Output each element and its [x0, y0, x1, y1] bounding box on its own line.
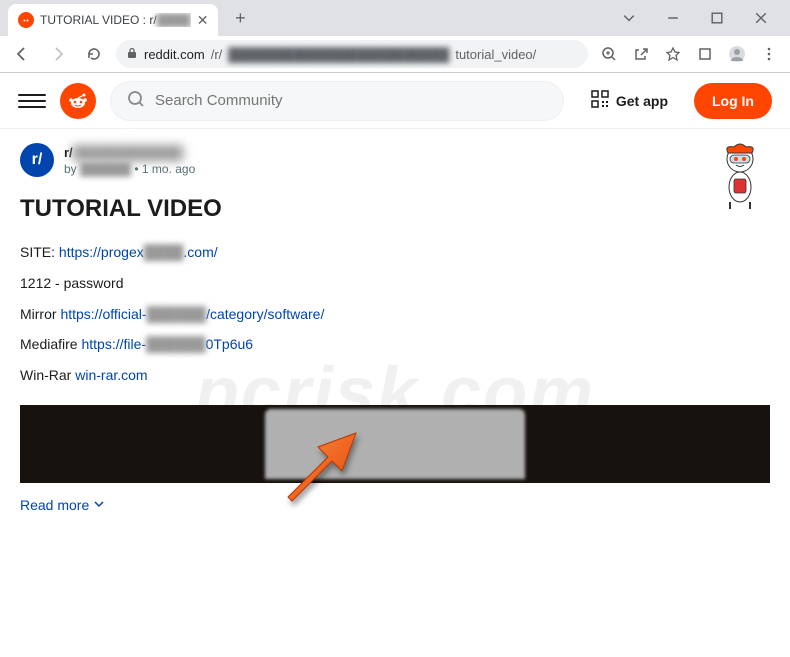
subreddit-avatar[interactable]: r/ — [20, 143, 54, 177]
browser-tab[interactable]: TUTORIAL VIDEO : r/████ ✕ — [8, 4, 218, 36]
post-body: SITE: https://progex████.com/ 1212 - pas… — [20, 237, 770, 391]
hamburger-menu-icon[interactable] — [18, 94, 46, 108]
maximize-window-icon[interactable] — [696, 4, 738, 32]
post-time: • 1 mo. ago — [131, 162, 195, 176]
zoom-icon[interactable] — [596, 41, 622, 67]
mediafire-link[interactable]: https://file-██████0Tp6u6 — [81, 336, 253, 352]
forward-button — [44, 40, 72, 68]
pointer-arrow-icon — [278, 429, 358, 514]
winrar-link[interactable]: win-rar.com — [75, 367, 147, 383]
reload-button[interactable] — [80, 40, 108, 68]
posted-by: by — [64, 162, 80, 176]
subreddit-name[interactable]: r/ — [64, 145, 73, 160]
lock-icon — [126, 47, 138, 62]
url-domain: reddit.com — [144, 47, 205, 62]
mirror-link[interactable]: https://official-██████/category/softwar… — [60, 306, 324, 322]
menu-dots-icon[interactable] — [756, 41, 782, 67]
get-app-button[interactable]: Get app — [578, 81, 680, 120]
login-button[interactable]: Log In — [694, 83, 772, 119]
reddit-favicon — [18, 12, 34, 28]
search-icon — [127, 90, 145, 112]
minimize-window-icon[interactable] — [652, 4, 694, 32]
tab-title: TUTORIAL VIDEO : r/ — [40, 13, 157, 27]
search-input[interactable] — [110, 81, 564, 121]
profile-icon[interactable] — [724, 41, 750, 67]
get-app-label: Get app — [616, 93, 668, 109]
password-line: 1212 - password — [20, 268, 770, 299]
snoo-mascot-icon — [710, 139, 770, 209]
chevron-down-icon[interactable] — [608, 4, 650, 32]
site-link[interactable]: https://progex████.com/ — [59, 244, 218, 260]
post-title: TUTORIAL VIDEO — [20, 195, 770, 223]
bookmark-icon[interactable] — [660, 41, 686, 67]
share-icon[interactable] — [628, 41, 654, 67]
video-preview[interactable] — [20, 405, 770, 483]
reddit-logo-icon[interactable] — [60, 83, 96, 119]
close-window-icon[interactable] — [740, 4, 782, 32]
read-more-label: Read more — [20, 497, 89, 513]
read-more-button[interactable]: Read more — [20, 497, 770, 513]
chevron-down-icon — [93, 497, 105, 513]
back-button[interactable] — [8, 40, 36, 68]
qr-icon — [590, 89, 610, 112]
address-bar[interactable]: reddit.com/r/████████████████████████tut… — [116, 40, 588, 68]
close-tab-icon[interactable]: ✕ — [197, 12, 209, 29]
extensions-icon[interactable] — [692, 41, 718, 67]
new-tab-button[interactable]: + — [228, 8, 252, 29]
